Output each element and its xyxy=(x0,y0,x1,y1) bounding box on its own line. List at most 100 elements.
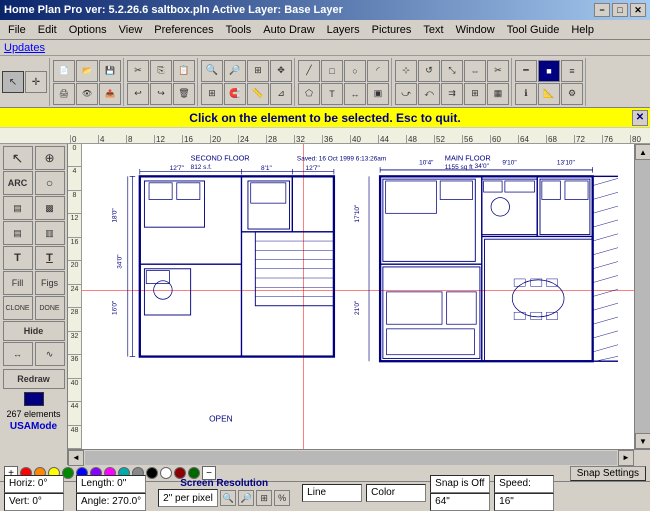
color-swatch[interactable] xyxy=(24,392,44,406)
pan-btn[interactable]: ✥ xyxy=(270,60,292,82)
pointer-tool[interactable]: ↖ xyxy=(3,146,33,170)
grid-btn[interactable]: ⊞ xyxy=(201,83,223,105)
menu-view[interactable]: View xyxy=(113,22,149,38)
window-tool[interactable]: ▥ xyxy=(35,221,65,245)
done-tool[interactable]: DONE xyxy=(35,296,65,320)
figs-tool[interactable]: Figs xyxy=(35,271,65,295)
maximize-button[interactable]: □ xyxy=(612,3,628,17)
array-btn[interactable]: ⊞ xyxy=(464,83,486,105)
zigzag-tool[interactable]: ∿ xyxy=(35,342,65,366)
open-btn[interactable]: 📂 xyxy=(76,60,98,82)
scroll-down-btn[interactable]: ▼ xyxy=(635,433,650,449)
rotate-btn[interactable]: ↺ xyxy=(418,60,440,82)
new-btn[interactable]: 📄 xyxy=(53,60,75,82)
scroll-track-v[interactable] xyxy=(635,160,650,433)
zoom-fit-status-btn[interactable]: ⊞ xyxy=(256,490,272,506)
snap-settings-btn[interactable]: Snap Settings xyxy=(570,466,646,481)
props-btn[interactable]: ℹ xyxy=(515,83,537,105)
fill-tool[interactable]: Fill xyxy=(3,271,33,295)
fill-btn[interactable]: ▣ xyxy=(367,83,389,105)
offset-btn[interactable]: ⇉ xyxy=(441,83,463,105)
join-btn[interactable]: ⤺ xyxy=(418,83,440,105)
menu-autodraw[interactable]: Auto Draw xyxy=(257,22,320,38)
door-tool[interactable]: ▩ xyxy=(35,196,65,220)
preview-btn[interactable]: 👁 xyxy=(76,83,98,105)
text-btn[interactable]: T xyxy=(321,83,343,105)
clone-tool[interactable]: CLONE xyxy=(3,296,33,320)
zoom-fit-btn[interactable]: ⊞ xyxy=(247,60,269,82)
copy-btn[interactable]: ⎘ xyxy=(150,60,172,82)
menu-file[interactable]: File xyxy=(2,22,32,38)
right-scrollbar[interactable]: ▲ ▼ xyxy=(634,144,650,449)
arc-btn[interactable]: ◜ xyxy=(367,60,389,82)
scale-btn[interactable]: ⤡ xyxy=(441,60,463,82)
scroll-track-h[interactable] xyxy=(85,451,617,465)
zoom-out-status-btn[interactable]: 🔎 xyxy=(238,490,254,506)
export-btn[interactable]: 📤 xyxy=(99,83,121,105)
trim-btn[interactable]: ✂ xyxy=(487,60,509,82)
mirror-btn[interactable]: ⇔ xyxy=(464,60,486,82)
save-btn[interactable]: 💾 xyxy=(99,60,121,82)
stair-tool[interactable]: ▤ xyxy=(3,221,33,245)
wall-tool[interactable]: ▤ xyxy=(3,196,33,220)
line-btn[interactable]: ╱ xyxy=(298,60,320,82)
snap-btn[interactable]: 🧲 xyxy=(224,83,246,105)
notify-close-button[interactable]: ✕ xyxy=(632,110,648,126)
print-btn[interactable]: 🖨 xyxy=(53,83,75,105)
redo-btn[interactable]: ↪ xyxy=(150,83,172,105)
menu-layers[interactable]: Layers xyxy=(321,22,366,38)
text-bold-tool[interactable]: T xyxy=(35,246,65,270)
select-tool-btn[interactable]: ↖ xyxy=(2,71,24,93)
cut-btn[interactable]: ✂ xyxy=(127,60,149,82)
ruler-btn[interactable]: 📏 xyxy=(247,83,269,105)
ortho-btn[interactable]: ⊿ xyxy=(270,83,292,105)
crosshair-tool-btn[interactable]: ✛ xyxy=(25,71,47,93)
break-btn[interactable]: ⤻ xyxy=(395,83,417,105)
updates-link[interactable]: Updates xyxy=(4,42,45,54)
bottom-scrollbar[interactable]: ◄ ► xyxy=(68,449,650,465)
move-btn[interactable]: ⊹ xyxy=(395,60,417,82)
text-tool[interactable]: T xyxy=(3,246,33,270)
lineweight-btn[interactable]: ━ xyxy=(515,60,537,82)
minimize-button[interactable]: − xyxy=(594,3,610,17)
scroll-up-btn[interactable]: ▲ xyxy=(635,144,650,160)
redraw-btn[interactable]: Redraw xyxy=(3,369,65,389)
dim-btn[interactable]: ↔ xyxy=(344,83,366,105)
config-btn[interactable]: ⚙ xyxy=(561,83,583,105)
drawing-canvas[interactable]: SECOND FLOOR 812 s.f. Saved: 16 Oct 1999… xyxy=(82,144,634,449)
zoom-custom-btn[interactable]: % xyxy=(274,490,290,506)
color-black[interactable] xyxy=(146,467,158,479)
menu-edit[interactable]: Edit xyxy=(32,22,63,38)
undo-btn[interactable]: ↩ xyxy=(127,83,149,105)
hide-btn[interactable]: Hide xyxy=(3,321,65,341)
circle-tool[interactable]: ○ xyxy=(35,171,65,195)
menu-window[interactable]: Window xyxy=(450,22,501,38)
menu-options[interactable]: Options xyxy=(63,22,113,38)
block-btn[interactable]: ▦ xyxy=(487,83,509,105)
menu-help[interactable]: Help xyxy=(565,22,600,38)
zoom-out-btn[interactable]: 🔎 xyxy=(224,60,246,82)
delete-btn[interactable]: 🗑 xyxy=(173,83,195,105)
scroll-right-btn[interactable]: ► xyxy=(618,450,634,466)
menu-text[interactable]: Text xyxy=(417,22,449,38)
svg-text:17'10": 17'10" xyxy=(354,204,361,223)
dim-tool[interactable]: ↔ xyxy=(3,342,33,366)
menu-preferences[interactable]: Preferences xyxy=(148,22,219,38)
layer-prop-btn[interactable]: ≡ xyxy=(561,60,583,82)
zoom-in-btn[interactable]: 🔍 xyxy=(201,60,223,82)
menu-toolguide[interactable]: Tool Guide xyxy=(501,22,566,38)
zoom-in-status-btn[interactable]: 🔍 xyxy=(220,490,236,506)
rect-btn[interactable]: □ xyxy=(321,60,343,82)
crosshair-tool[interactable]: ⊕ xyxy=(35,146,65,170)
poly-btn[interactable]: ⬠ xyxy=(298,83,320,105)
menu-pictures[interactable]: Pictures xyxy=(366,22,418,38)
close-button[interactable]: ✕ xyxy=(630,3,646,17)
arc-tool[interactable]: ARC xyxy=(3,171,33,195)
toolbar-group-select: ↖ ✛ xyxy=(2,58,50,106)
measure-btn[interactable]: 📐 xyxy=(538,83,560,105)
paste-btn[interactable]: 📋 xyxy=(173,60,195,82)
circle-btn[interactable]: ○ xyxy=(344,60,366,82)
menu-tools[interactable]: Tools xyxy=(220,22,258,38)
color-btn[interactable]: ■ xyxy=(538,60,560,82)
scroll-left-btn[interactable]: ◄ xyxy=(68,450,84,466)
